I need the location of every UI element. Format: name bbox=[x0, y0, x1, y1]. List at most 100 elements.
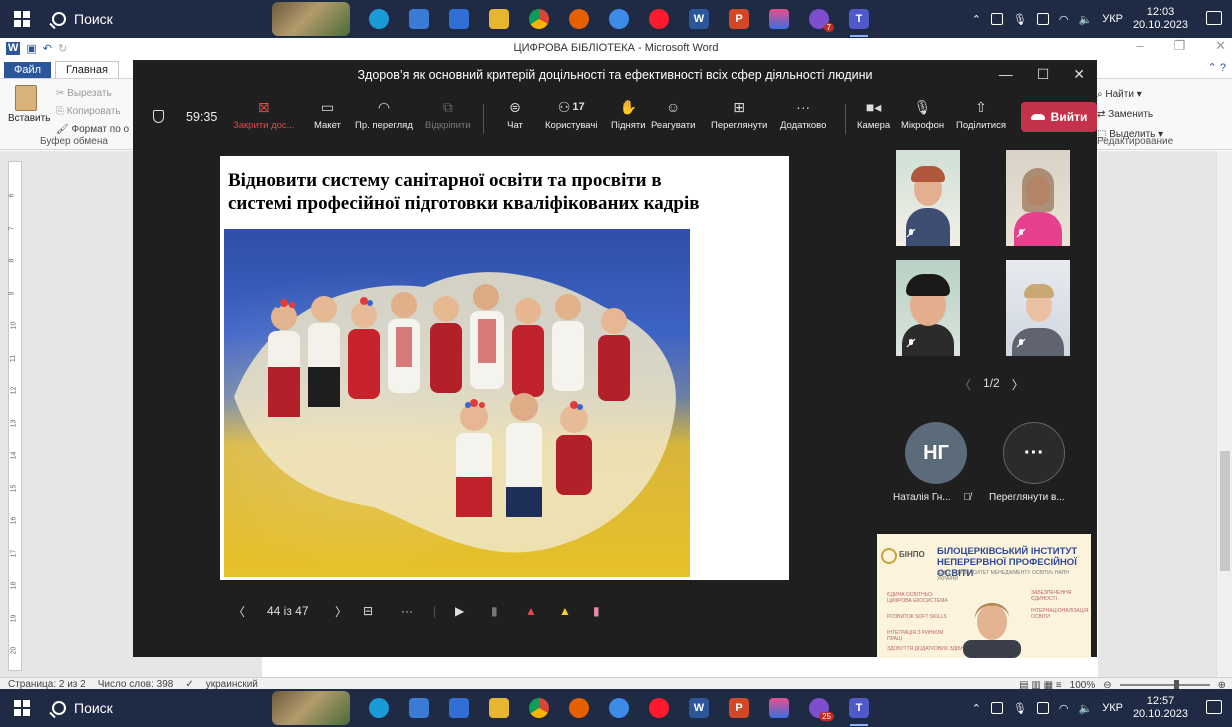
pink-pen-icon[interactable]: ▮ bbox=[593, 604, 600, 618]
volume-icon[interactable]: 🔈 bbox=[1079, 13, 1093, 26]
ellipsis-icon[interactable]: ··· bbox=[401, 604, 413, 618]
participant-video[interactable] bbox=[896, 150, 960, 246]
viber-icon[interactable]: 25 bbox=[802, 693, 836, 723]
view-button[interactable]: ⊞ Переглянути bbox=[711, 98, 767, 132]
app-blue-icon[interactable] bbox=[602, 693, 636, 723]
close-icon[interactable]: ✕ bbox=[1073, 66, 1085, 83]
mail-icon[interactable] bbox=[442, 693, 476, 723]
stop-sharing-button[interactable]: ⊠ Закрити дос... bbox=[233, 98, 295, 132]
mail-icon[interactable] bbox=[442, 4, 476, 34]
copy-button[interactable]: ⎘ Копировать bbox=[56, 103, 129, 121]
language-indicator[interactable]: УКР bbox=[1102, 13, 1123, 25]
replace-button[interactable]: ⇄ Заменить bbox=[1097, 105, 1163, 125]
word-icon[interactable]: W bbox=[682, 4, 716, 34]
more-button[interactable]: ··· Додатково bbox=[780, 98, 826, 131]
restore-icon[interactable]: ❐ bbox=[1173, 38, 1185, 54]
store-icon[interactable] bbox=[402, 4, 436, 34]
language-indicator[interactable]: УКР bbox=[1102, 702, 1123, 714]
share-button[interactable]: ⇧ Поділитися bbox=[956, 98, 1006, 132]
tab-file[interactable]: Файл bbox=[4, 62, 52, 78]
chevron-up-icon[interactable]: ⌃ bbox=[972, 702, 981, 715]
preview-button[interactable]: ◠ Пр. перегляд bbox=[355, 98, 413, 132]
notification-icon[interactable] bbox=[1206, 700, 1222, 714]
highlighter-icon[interactable]: ▲ bbox=[559, 604, 571, 618]
leave-button[interactable]: Вийти bbox=[1021, 102, 1097, 132]
taskbar-widget-image[interactable] bbox=[272, 2, 350, 36]
presenter-video[interactable]: БІНПО БІЛОЦЕРКІВСЬКИЙ ІНСТИТУТ НЕПЕРЕРВН… bbox=[877, 534, 1091, 658]
windows-start-icon[interactable] bbox=[0, 689, 44, 727]
slide-grid-icon[interactable]: ⊟ bbox=[363, 604, 373, 618]
wifi-icon[interactable]: ◠ bbox=[1059, 702, 1069, 715]
teams-icon[interactable]: T bbox=[842, 4, 876, 37]
chrome-icon[interactable] bbox=[522, 693, 556, 723]
clock[interactable]: 12:03 20.10.2023 bbox=[1133, 6, 1188, 32]
device-icon[interactable] bbox=[990, 702, 1003, 714]
pointer-icon[interactable]: ▶ bbox=[455, 604, 464, 618]
device-icon[interactable] bbox=[990, 13, 1003, 25]
windows-start-icon[interactable] bbox=[0, 0, 44, 38]
store-icon[interactable] bbox=[402, 693, 436, 723]
drop-app-icon[interactable] bbox=[762, 4, 796, 34]
taskbar-search[interactable]: Поиск bbox=[44, 689, 214, 727]
taskbar-widget-image[interactable] bbox=[272, 691, 350, 725]
file-explorer-icon[interactable] bbox=[482, 693, 516, 723]
zoom-slider[interactable] bbox=[1119, 680, 1210, 690]
scrollbar-thumb[interactable] bbox=[1220, 451, 1230, 571]
participant-video[interactable] bbox=[896, 260, 960, 356]
firefox-icon[interactable] bbox=[562, 4, 596, 34]
avatar[interactable]: НГ bbox=[905, 422, 967, 484]
opera-icon[interactable] bbox=[642, 693, 676, 723]
shield-icon[interactable] bbox=[153, 110, 164, 123]
wifi-icon[interactable]: ◠ bbox=[1059, 13, 1069, 26]
edge-icon[interactable] bbox=[362, 693, 396, 723]
raise-hand-button[interactable]: ✋ Підняти bbox=[611, 98, 646, 132]
firefox-icon[interactable] bbox=[562, 693, 596, 723]
microphone-icon[interactable]: 🎙 bbox=[1013, 702, 1027, 715]
chevron-left-icon[interactable]: 〈 bbox=[959, 376, 971, 393]
app-blue-icon[interactable] bbox=[602, 4, 636, 34]
taskbar-search[interactable]: Поиск bbox=[44, 0, 214, 38]
chevron-right-icon[interactable]: 〉 bbox=[1012, 376, 1024, 393]
people-button[interactable]: ⚇ 17 Користувачі bbox=[545, 98, 597, 132]
view-all-label[interactable]: Переглянути в... bbox=[989, 492, 1065, 503]
previous-slide-icon[interactable]: 〈 bbox=[233, 603, 245, 620]
close-icon[interactable]: ✕ bbox=[1215, 38, 1226, 54]
paste-button[interactable]: Вставить bbox=[8, 85, 50, 124]
help-icon[interactable]: ⌃ ? bbox=[1208, 61, 1226, 74]
minimize-icon[interactable]: — bbox=[999, 66, 1013, 83]
battery-icon[interactable] bbox=[1036, 702, 1049, 714]
chevron-up-icon[interactable]: ⌃ bbox=[972, 13, 981, 26]
layout-button[interactable]: ▭ Макет bbox=[314, 98, 341, 132]
red-pen-icon[interactable]: ▲ bbox=[525, 604, 537, 618]
participant-video[interactable] bbox=[1006, 150, 1070, 246]
camera-button[interactable]: ■◂ Камера bbox=[857, 98, 890, 132]
notification-icon[interactable] bbox=[1206, 11, 1222, 25]
teams-icon[interactable]: T bbox=[842, 693, 876, 726]
unpin-button[interactable]: ⧉ Відкріпити bbox=[425, 98, 471, 132]
powerpoint-icon[interactable]: P bbox=[722, 4, 756, 34]
tab-home[interactable]: Главная bbox=[55, 61, 119, 78]
drop-app-icon[interactable] bbox=[762, 693, 796, 723]
microphone-icon[interactable]: 🎙 bbox=[1013, 13, 1027, 26]
cut-button[interactable]: ✂ Вырезать bbox=[56, 85, 129, 103]
powerpoint-icon[interactable]: P bbox=[722, 693, 756, 723]
opera-icon[interactable] bbox=[642, 4, 676, 34]
word-icon[interactable]: W bbox=[682, 693, 716, 723]
viber-icon[interactable]: 7 bbox=[802, 4, 836, 34]
vertical-scrollbar[interactable] bbox=[1216, 151, 1232, 677]
chrome-icon[interactable] bbox=[522, 4, 556, 34]
view-all-button[interactable]: ··· bbox=[1003, 422, 1065, 484]
edge-icon[interactable] bbox=[362, 4, 396, 34]
react-button[interactable]: ☺ Реагувати bbox=[651, 98, 695, 131]
volume-icon[interactable]: 🔈 bbox=[1079, 702, 1093, 715]
find-button[interactable]: ⌕ Найти ▾ bbox=[1097, 85, 1163, 105]
file-explorer-icon[interactable] bbox=[482, 4, 516, 34]
battery-icon[interactable] bbox=[1036, 13, 1049, 25]
next-slide-icon[interactable]: 〉 bbox=[335, 603, 347, 620]
maximize-icon[interactable]: ☐ bbox=[1037, 66, 1050, 83]
participant-video[interactable] bbox=[1006, 260, 1070, 356]
clock[interactable]: 12:57 20.10.2023 bbox=[1133, 695, 1188, 721]
microphone-button[interactable]: 🎙 Мікрофон bbox=[901, 98, 944, 132]
chat-button[interactable]: ⊜ Чат bbox=[505, 98, 525, 132]
eraser-icon[interactable]: ▮ bbox=[491, 604, 498, 618]
